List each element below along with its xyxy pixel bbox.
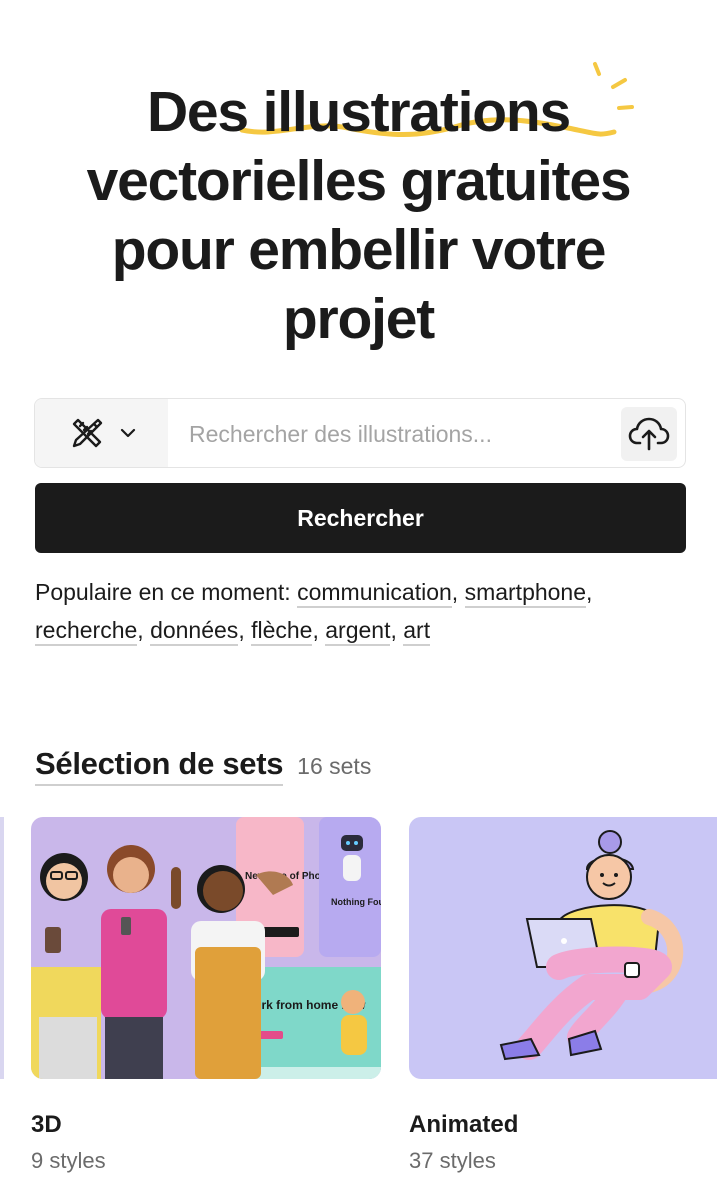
set-card-thumbnail	[409, 817, 717, 1079]
popular-tag[interactable]: argent	[325, 617, 391, 646]
sets-section-header: Sélection de sets 16 sets	[35, 746, 371, 786]
popular-label: Populaire en ce moment:	[35, 579, 298, 605]
previous-card-edge	[0, 817, 4, 1079]
set-card-subtitle: 9 styles	[31, 1148, 106, 1173]
pen-ruler-icon	[72, 418, 102, 448]
page-title: Des illustrations vectorielles gratuites…	[0, 78, 717, 354]
hero-line2: vectorielles gratuites	[86, 149, 632, 213]
sets-count: 16 sets	[297, 753, 372, 779]
cloud-upload-icon	[628, 417, 670, 451]
hero-highlight-word: illustrations	[262, 80, 572, 144]
upload-image-button[interactable]	[621, 407, 677, 461]
hero-line4: projet	[282, 287, 435, 351]
hero-line3: pour embellir votre	[111, 218, 607, 282]
asset-type-dropdown[interactable]	[35, 399, 168, 467]
set-card-subtitle: 37 styles	[409, 1148, 496, 1173]
set-card-animated[interactable]: Animated 37 styles	[409, 817, 717, 1173]
popular-tag[interactable]: recherche	[35, 617, 138, 646]
popular-tag[interactable]: smartphone	[464, 579, 587, 608]
section-title[interactable]: Sélection de sets	[35, 746, 283, 786]
popular-tag[interactable]: données	[150, 617, 239, 646]
search-bar	[34, 398, 686, 468]
set-card-thumbnail: New Age of Phone Calling Nothing Found W…	[31, 817, 381, 1079]
popular-tag[interactable]: flèche	[251, 617, 313, 646]
set-card-title: 3D	[31, 1111, 62, 1138]
hero-line1-pre: Des	[146, 80, 263, 144]
3d-characters-illustration: New Age of Phone Calling Nothing Found W…	[31, 817, 381, 1079]
popular-searches: Populaire en ce moment: communication, s…	[35, 573, 695, 649]
chevron-down-icon	[120, 428, 135, 438]
animated-character-illustration	[409, 817, 717, 1079]
search-button[interactable]: Rechercher	[35, 483, 686, 553]
set-card-3d[interactable]: New Age of Phone Calling Nothing Found W…	[31, 817, 381, 1173]
set-card-title: Animated	[409, 1111, 519, 1138]
popular-tag[interactable]: art	[403, 617, 431, 646]
search-input[interactable]	[187, 415, 621, 453]
robot-card-heading: Nothing Found	[331, 897, 381, 907]
popular-tag[interactable]: communication	[297, 579, 452, 608]
